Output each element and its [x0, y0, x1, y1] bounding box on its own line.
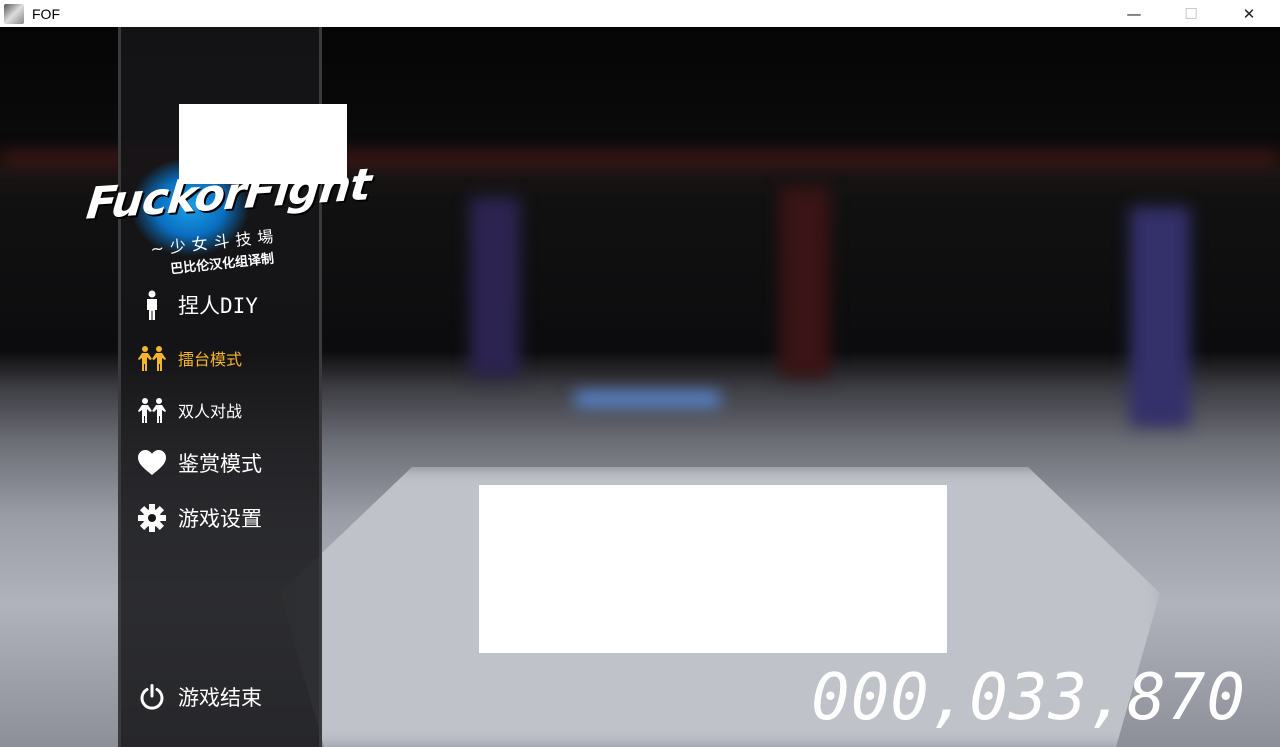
- menu-label: 游戏设置: [178, 507, 262, 531]
- fighters-icon: [138, 396, 166, 424]
- menu-label: 捏人DIY: [178, 294, 258, 318]
- score-counter: 000,033,870: [811, 661, 1246, 735]
- menu-label: 鉴赏模式: [178, 452, 262, 476]
- menu-item-arena-mode[interactable]: 擂台模式: [138, 344, 242, 372]
- heart-icon: [138, 449, 166, 477]
- menu-item-settings[interactable]: 游戏设置: [138, 503, 262, 533]
- person-icon: [138, 290, 166, 320]
- close-button[interactable]: ✕: [1220, 0, 1278, 27]
- arena-background: FuckorFight ~少女斗技場 巴比伦汉化组译制 捏人DIY 擂台模式 双…: [0, 27, 1280, 747]
- app-icon: [4, 3, 24, 24]
- exit-game-button[interactable]: 游戏结束: [138, 682, 262, 712]
- menu-label: 擂台模式: [178, 350, 243, 369]
- power-icon: [138, 683, 166, 711]
- redacted-box: [179, 104, 347, 184]
- fighters-icon: [138, 344, 166, 372]
- window-title: FOF: [32, 5, 60, 22]
- exit-label: 游戏结束: [178, 686, 262, 710]
- menu-label: 双人对战: [178, 402, 243, 421]
- gear-icon: [138, 504, 166, 532]
- menu-item-gallery[interactable]: 鉴赏模式: [138, 448, 262, 478]
- menu-item-versus[interactable]: 双人对战: [138, 396, 242, 424]
- minimize-button[interactable]: —: [1105, 0, 1163, 27]
- maximize-button[interactable]: ☐: [1162, 0, 1220, 27]
- redacted-box: [479, 485, 947, 653]
- title-bar: FOF — ☐ ✕: [0, 0, 1280, 27]
- menu-item-character-diy[interactable]: 捏人DIY: [138, 290, 258, 320]
